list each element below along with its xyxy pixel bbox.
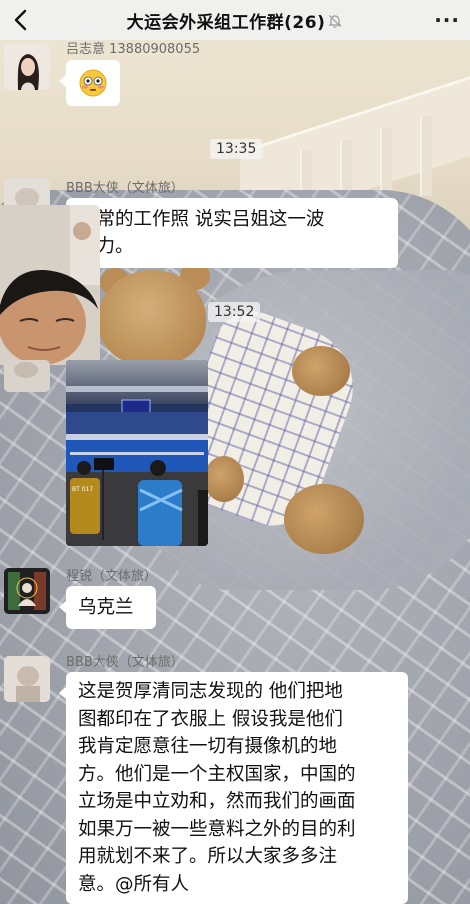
timestamp: 13:35: [210, 139, 263, 159]
message-line: 我肯定愿意往一切有摄像机的地: [78, 736, 338, 757]
message-bubble[interactable]: 正常的工作照 说实吕姐这一波 给力。: [59, 198, 398, 268]
wallpaper-bear-head: [98, 270, 206, 366]
avatar[interactable]: [4, 568, 50, 614]
message-line: 立场是中立劝和，然而我们的画面: [78, 791, 356, 812]
wallpaper-bear-paw: [292, 346, 350, 396]
message-line: 方。他们是一个主权国家，中国的: [78, 763, 356, 785]
more-options-button[interactable]: ···: [434, 8, 460, 32]
avatar[interactable]: [4, 44, 50, 90]
bell-muted-icon: [327, 13, 343, 34]
photo-badge: BT 017: [72, 486, 94, 493]
chat-header: 大运会外采组工作群(26) ···: [0, 0, 470, 40]
message-bubble[interactable]: [59, 60, 120, 106]
timestamp: 13:52: [208, 302, 261, 322]
chat-title-wrap: 大运会外采组工作群(26): [0, 8, 470, 34]
sender-name: 吕志意 13880908055: [66, 42, 201, 57]
flushed-emoji-icon: [79, 69, 107, 97]
avatar-blurred-icon: [4, 360, 50, 392]
avatar-woman-icon: [4, 44, 50, 90]
stadium-photo-icon: [66, 360, 208, 546]
message-line: 正常的工作照 说实吕姐这一波: [78, 209, 325, 230]
message-line: 如果万一被一些意料之外的目的利: [78, 818, 356, 840]
avatar[interactable]: [4, 360, 50, 392]
chat-title: 大运会外采组工作群(26): [126, 13, 326, 33]
wallpaper-slat: [420, 116, 432, 196]
video-face-icon: [0, 205, 100, 365]
floating-video-window[interactable]: [0, 205, 100, 365]
message-line: 给力。: [78, 236, 134, 257]
message-bubble[interactable]: 乌克兰: [59, 586, 156, 629]
sender-name: BBB大侠（文体旅）: [66, 181, 184, 196]
message-line: 图都印在了衣服上 假设我是他们: [78, 708, 343, 730]
avatar[interactable]: [4, 656, 50, 702]
photo-message[interactable]: BT 017: [66, 360, 208, 546]
avatar-blurred-icon: [4, 656, 50, 702]
message-line: 意。@所有人: [78, 873, 190, 895]
sender-name: 程锐（文体旅）: [66, 569, 158, 584]
wallpaper-bear-paw: [204, 456, 244, 502]
message-text: 乌克兰: [78, 597, 134, 618]
message-line: 这是贺厚清同志发现的 他们把地: [78, 681, 343, 702]
message-line: 用就划不来了。所以大家多多注: [78, 846, 338, 867]
avatar-meditation-icon: [4, 568, 50, 614]
sender-name: BBB大侠（文体旅）: [66, 655, 184, 670]
message-bubble[interactable]: 这是贺厚清同志发现的 他们把地 图都印在了衣服上 假设我是他们 我肯定愿意往一切…: [59, 672, 408, 904]
wallpaper-bear-foot: [284, 484, 364, 554]
